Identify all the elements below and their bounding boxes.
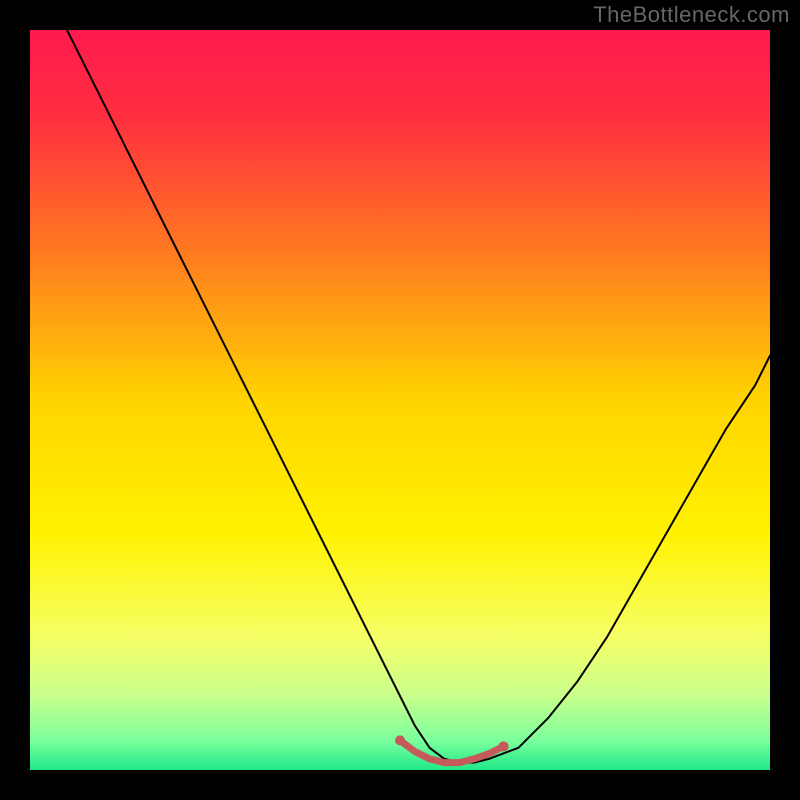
watermark-text: TheBottleneck.com (593, 2, 790, 28)
highlight-dot (395, 735, 405, 745)
plot-area (30, 30, 770, 770)
chart-svg (30, 30, 770, 770)
gradient-background (30, 30, 770, 770)
highlight-dot (499, 741, 509, 751)
chart-frame: TheBottleneck.com (0, 0, 800, 800)
